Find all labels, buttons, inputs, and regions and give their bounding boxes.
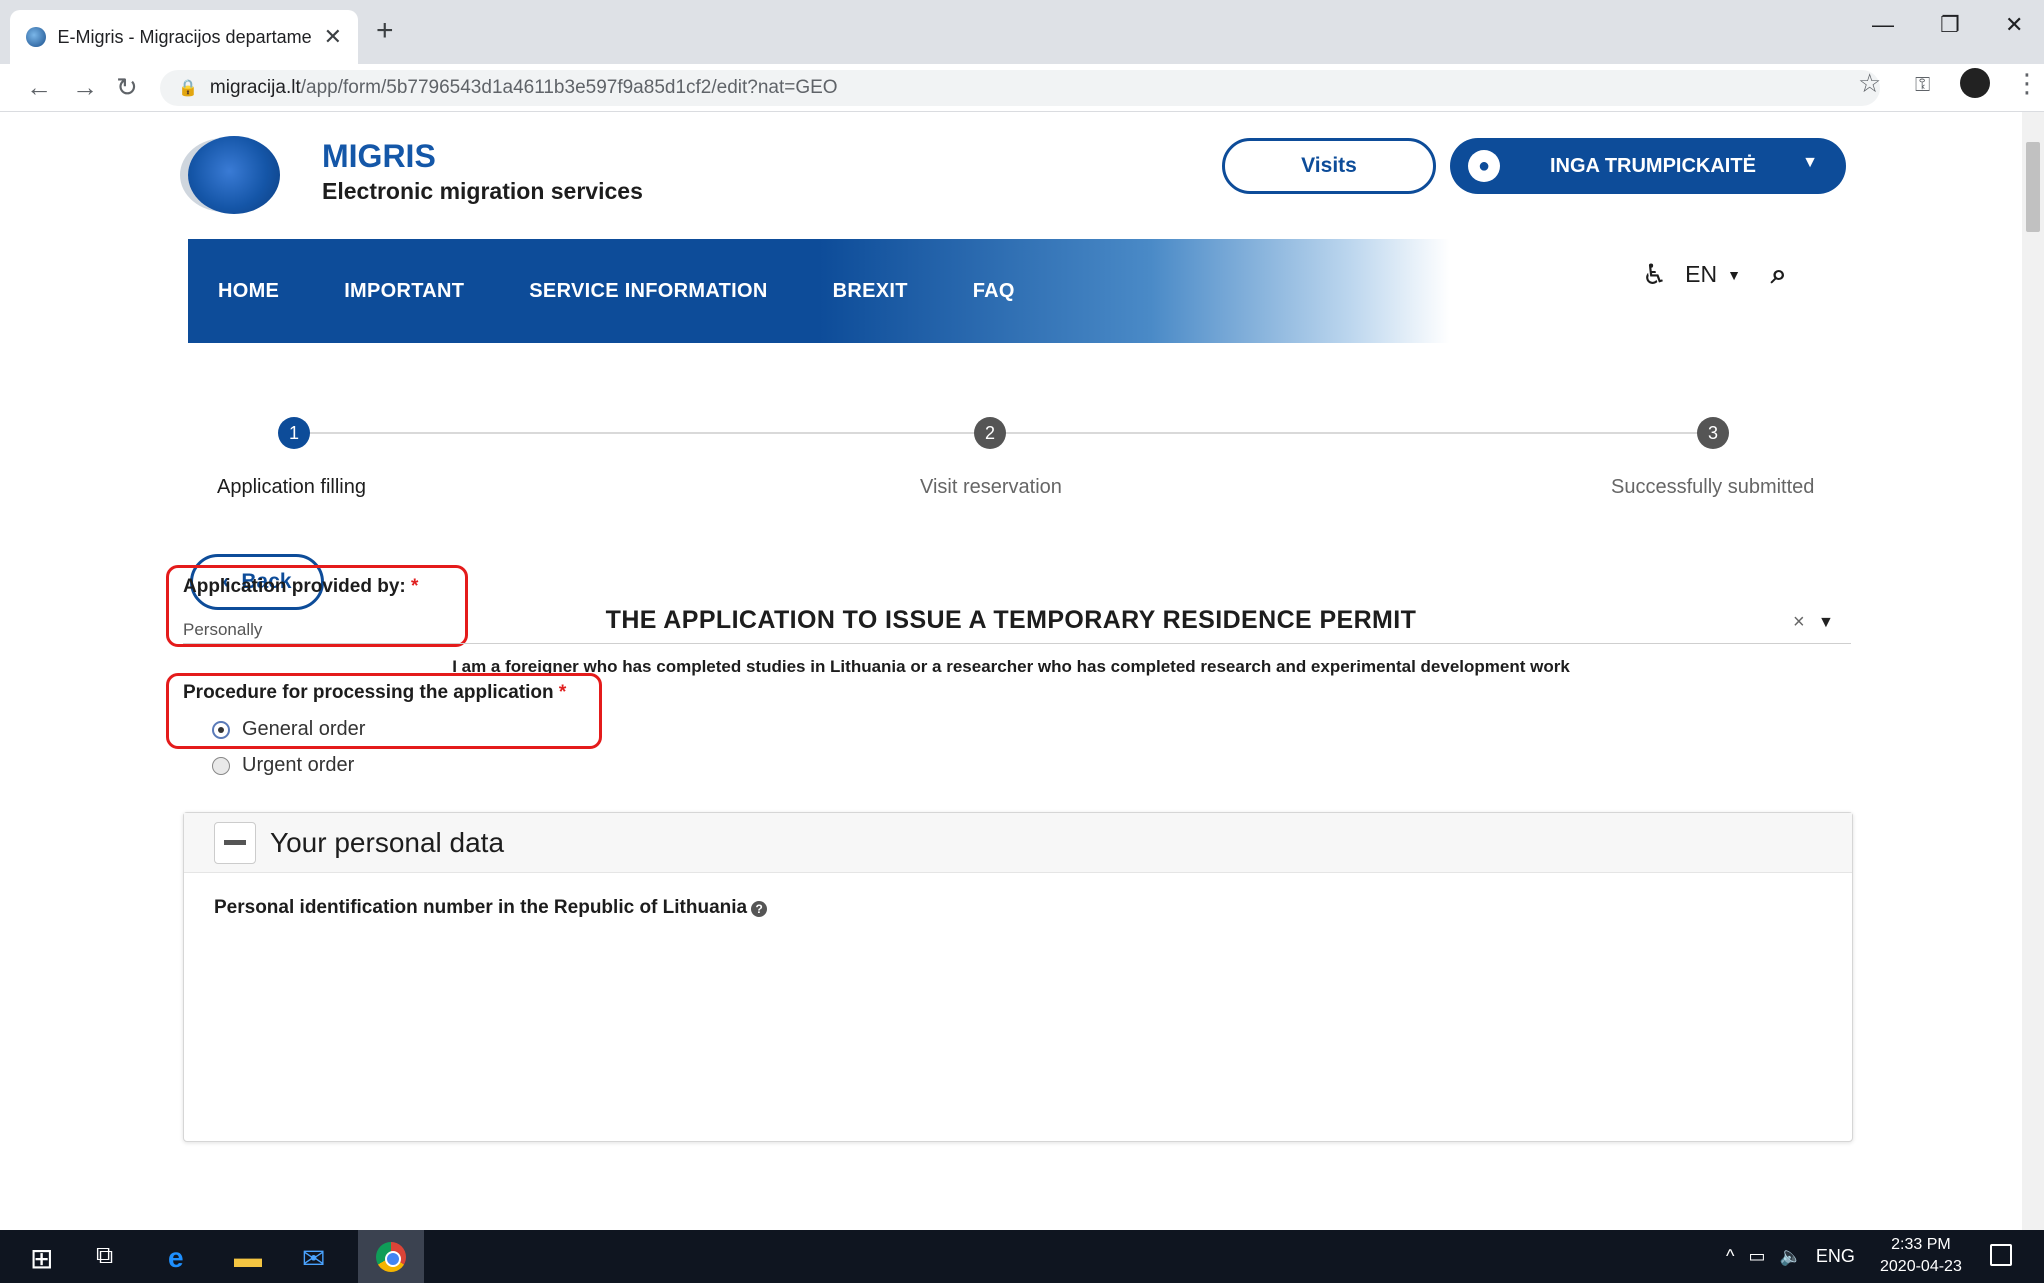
clear-icon[interactable]: × (1793, 611, 1805, 634)
url-host: migracija.lt (209, 77, 301, 98)
user-name: INGA TRUMPICKAITĖ (1550, 154, 1756, 177)
personal-data-panel: Your personal data Personal identificati… (183, 812, 1853, 1142)
nav-important[interactable]: IMPORTANT (344, 280, 464, 303)
mail-icon[interactable]: ✉ (302, 1242, 325, 1275)
accessibility-icon[interactable]: ♿ (1642, 258, 1667, 291)
edge-icon[interactable]: e (168, 1242, 184, 1274)
forward-icon[interactable]: → (72, 72, 98, 103)
chevron-down-icon: ▼ (1802, 154, 1818, 171)
page-scrollbar[interactable] (2022, 112, 2044, 1230)
scrollbar-thumb[interactable] (2026, 142, 2040, 232)
radio-general-order[interactable]: General order (212, 718, 365, 741)
lock-icon: 🔒 (178, 80, 198, 97)
provided-by-underline (183, 643, 1851, 644)
radio-general-order-label: General order (242, 718, 366, 740)
chevron-up-icon[interactable]: ^ (1726, 1246, 1734, 1267)
nav-brexit[interactable]: BREXIT (833, 280, 908, 303)
step-2-circle: 2 (974, 417, 1006, 449)
chrome-icon (376, 1242, 406, 1272)
new-tab-icon[interactable]: + (376, 14, 394, 48)
step-1-label: Application filling (217, 476, 366, 498)
notification-icon[interactable] (1990, 1244, 2012, 1266)
profile-avatar[interactable] (1960, 68, 1990, 98)
site-name[interactable]: MIGRIS (322, 138, 436, 175)
globe-logo-icon[interactable] (188, 136, 280, 214)
clock[interactable]: 2:33 PM 2020-04-23 (1880, 1234, 1962, 1278)
user-icon: ● (1468, 150, 1500, 182)
tab-title: E-Migris - Migracijos departamer (57, 26, 312, 47)
panel-title: Your personal data (270, 826, 505, 858)
network-icon[interactable]: ▭ (1748, 1246, 1765, 1267)
radio-urgent-order[interactable]: Urgent order (212, 754, 354, 777)
user-menu-button[interactable]: ● INGA TRUMPICKAITĖ ▼ (1450, 138, 1846, 194)
menu-icon[interactable]: ⋮ (2014, 68, 2040, 99)
chevron-down-icon[interactable]: ▼ (1818, 614, 1834, 632)
url-path: /app/form/5b7796543d1a4611b3e597f9a85d1c… (300, 77, 838, 98)
minus-icon (224, 840, 246, 845)
chrome-taskbar-button[interactable] (358, 1230, 424, 1283)
windows-start-icon[interactable]: ⊞ (30, 1242, 53, 1275)
provided-by-label: Application provided by: * (183, 576, 419, 597)
help-icon[interactable]: ? (751, 901, 768, 917)
address-bar: ← → ↻ 🔒 migracija.lt /app/form/5b7796543… (0, 64, 2044, 112)
radio-general-order-input[interactable] (212, 720, 230, 739)
nav-tools: ♿ EN ▼ ⌕ (1642, 258, 1787, 291)
close-tab-icon[interactable]: ✕ (324, 24, 342, 50)
visits-button[interactable]: Visits (1222, 138, 1436, 194)
provided-by-select[interactable]: Personally (183, 620, 262, 640)
nav-service-information[interactable]: SERVICE INFORMATION (529, 280, 767, 303)
browser-tab-bar: E-Migris - Migracijos departamer ✕ + — ❐… (0, 0, 2044, 64)
windows-taskbar: ⊞ ⧉ e ▬ ✉ ^ ▭ 🔈 ENG 2:33 PM 2020-04-23 (0, 1230, 2044, 1283)
personal-id-label: Personal identification number in the Re… (214, 897, 768, 919)
main-nav: HOME IMPORTANT SERVICE INFORMATION BREXI… (188, 239, 1848, 343)
volume-icon[interactable]: 🔈 (1779, 1246, 1801, 1267)
radio-urgent-order-label: Urgent order (242, 754, 355, 776)
star-icon[interactable]: ☆ (1858, 68, 1881, 99)
stepper-line (296, 432, 1716, 434)
clock-time: 2:33 PM (1891, 1236, 1951, 1253)
task-view-icon[interactable]: ⧉ (96, 1242, 113, 1270)
back-icon[interactable]: ← (26, 72, 52, 103)
language-selector[interactable]: EN (1685, 261, 1717, 288)
close-window-icon[interactable]: ✕ (2005, 12, 2023, 38)
radio-urgent-order-input[interactable] (212, 756, 230, 775)
site-subtitle: Electronic migration services (322, 178, 643, 204)
favicon-icon (26, 27, 46, 47)
page-content: MIGRIS Electronic migration services Vis… (0, 112, 2022, 1230)
step-1-circle: 1 (278, 417, 310, 449)
chevron-down-icon[interactable]: ▼ (1727, 267, 1741, 283)
reload-icon[interactable]: ↻ (116, 72, 138, 103)
browser-tab[interactable]: E-Migris - Migracijos departamer ✕ (10, 10, 358, 64)
step-2-label: Visit reservation (920, 476, 1062, 498)
file-explorer-icon[interactable]: ▬ (234, 1242, 262, 1274)
procedure-label: Procedure for processing the application… (183, 682, 567, 703)
personal-data-panel-header[interactable]: Your personal data (184, 813, 1852, 873)
restore-icon[interactable]: ❐ (1940, 12, 1960, 38)
system-tray: ^ ▭ 🔈 ENG (1726, 1230, 1855, 1283)
clock-date: 2020-04-23 (1880, 1258, 1962, 1275)
nav-home[interactable]: HOME (218, 280, 279, 303)
minimize-icon[interactable]: — (1872, 12, 1894, 38)
search-icon[interactable]: ⌕ (1771, 258, 1787, 291)
url-input[interactable]: 🔒 migracija.lt /app/form/5b7796543d1a461… (160, 70, 1880, 106)
input-language[interactable]: ENG (1816, 1246, 1855, 1267)
collapse-button[interactable] (214, 821, 256, 864)
nav-faq[interactable]: FAQ (973, 280, 1015, 303)
step-3-circle: 3 (1697, 417, 1729, 449)
step-3-label: Successfully submitted (1611, 476, 1815, 498)
key-icon[interactable]: ⚿ (1915, 74, 1930, 97)
